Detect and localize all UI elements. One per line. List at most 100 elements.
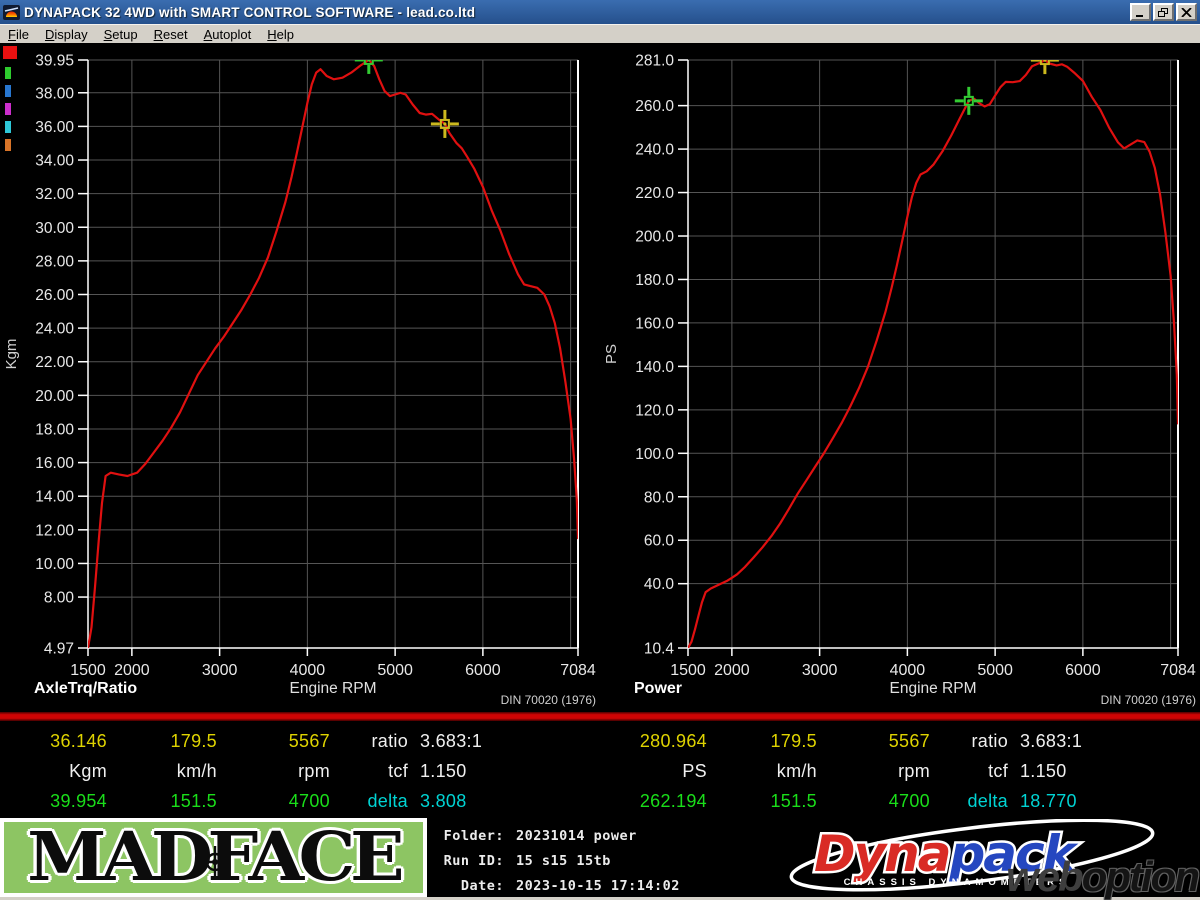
svg-text:281.0: 281.0	[635, 53, 674, 70]
readout-value: 18.770	[1020, 790, 1077, 811]
readout-value: 3.808	[420, 790, 467, 811]
svg-text:240.0: 240.0	[635, 142, 674, 159]
svg-text:100.0: 100.0	[635, 446, 674, 463]
crosshair-icon	[205, 846, 225, 878]
readout-value: 5567	[888, 730, 930, 751]
readout-value: tcf	[988, 760, 1008, 781]
close-icon	[1181, 7, 1192, 17]
svg-text:5000: 5000	[977, 662, 1013, 679]
title-bar[interactable]: DYNAPACK 32 4WD with SMART CONTROL SOFTW…	[0, 0, 1200, 24]
info-row: Run ID: 15 s15 15tb	[443, 853, 611, 869]
weboption-part2: option	[1081, 853, 1200, 900]
svg-text:20.00: 20.00	[35, 388, 74, 405]
readout-value: 151.5	[770, 790, 817, 811]
run-color-swatch[interactable]	[5, 103, 11, 115]
svg-text:2000: 2000	[114, 662, 150, 679]
menu-autoplot[interactable]: Autoplot	[196, 25, 260, 43]
svg-text:1500: 1500	[670, 662, 706, 679]
minimize-icon	[1136, 14, 1143, 17]
svg-text:60.0: 60.0	[644, 533, 675, 550]
svg-text:12.00: 12.00	[35, 522, 74, 539]
din-standard-label: DIN 70020 (1976)	[501, 693, 596, 707]
svg-text:36.00: 36.00	[35, 119, 74, 136]
chart-area: 39.95 38.00 36.00 34.00 32.00 30.00 28.00 26.00…	[0, 43, 1200, 712]
menu-help[interactable]: Help	[259, 25, 302, 43]
readout-value: 3.683:1	[1020, 730, 1083, 751]
readout-value: km/h	[176, 760, 217, 781]
readout-value: km/h	[776, 760, 817, 781]
menu-file[interactable]: File	[0, 25, 37, 43]
svg-text:4000: 4000	[290, 662, 326, 679]
svg-text:39.95: 39.95	[35, 53, 74, 70]
menu-setup[interactable]: Setup	[96, 25, 146, 43]
readout-value: PS	[682, 760, 707, 781]
x-axis-label: Engine RPM	[889, 680, 976, 697]
power-chart[interactable]: 281.0 260.0 240.0 220.0 200.0 180.0 160.0 140.0…	[600, 43, 1200, 712]
din-standard-label: DIN 70020 (1976)	[1101, 693, 1196, 707]
readout-value: 3.683:1	[420, 730, 483, 751]
cursor-marker	[430, 109, 459, 138]
chart-title: AxleTrq/Ratio	[34, 680, 137, 697]
svg-text:5000: 5000	[377, 662, 413, 679]
readout-value: 280.964	[639, 730, 707, 751]
svg-text:3000: 3000	[802, 662, 838, 679]
svg-text:7084: 7084	[560, 662, 596, 679]
svg-text:220.0: 220.0	[635, 185, 674, 202]
divider-bar	[0, 712, 1200, 721]
app-icon	[3, 4, 20, 20]
minimize-button[interactable]	[1130, 3, 1151, 21]
run-info-box: Folder: 20231014 power Run ID: 15 s15 15tb D…	[434, 824, 778, 899]
svg-text:3000: 3000	[202, 662, 238, 679]
close-button[interactable]	[1176, 3, 1197, 21]
readout-value: ratio	[371, 730, 408, 751]
svg-text:260.0: 260.0	[635, 98, 674, 115]
restore-icon	[1158, 7, 1168, 17]
run-color-swatch[interactable]	[5, 121, 11, 133]
run-color-swatch[interactable]	[5, 139, 11, 151]
svg-text:8.00: 8.00	[44, 590, 75, 607]
cursor-marker	[1030, 60, 1059, 75]
dyno-curve	[688, 60, 1178, 648]
svg-text:34.00: 34.00	[35, 153, 74, 170]
menu-bar: File Display Setup Reset Autoplot Help	[0, 24, 1200, 43]
readout-value: delta	[967, 790, 1008, 811]
svg-text:1500: 1500	[70, 662, 106, 679]
svg-text:7084: 7084	[1160, 662, 1196, 679]
readout-value: 179.5	[170, 730, 217, 751]
svg-text:10.00: 10.00	[35, 556, 74, 573]
x-axis-label: Engine RPM	[289, 680, 376, 697]
readout-value: 151.5	[170, 790, 217, 811]
readout-value: 262.194	[639, 790, 707, 811]
power-readout: 280.964 179.5 5567 ratio 3.683:1 PS km/h rpm tcf…	[600, 721, 1200, 818]
chart-title: Power	[634, 680, 682, 697]
readout-value: ratio	[971, 730, 1008, 751]
readout-value: rpm	[298, 760, 330, 781]
svg-text:6000: 6000	[1065, 662, 1101, 679]
readout-value: Kgm	[69, 760, 107, 781]
restore-button[interactable]	[1153, 3, 1174, 21]
svg-text:2000: 2000	[714, 662, 750, 679]
weboption-watermark: weboption	[1006, 853, 1200, 900]
info-row: Date: 2023-10-15 17:14:02	[460, 878, 680, 894]
run-color-swatch[interactable]	[3, 46, 17, 59]
menu-reset[interactable]: Reset	[146, 25, 196, 43]
Power-svg: 281.0 260.0 240.0 220.0 200.0 180.0 160.0 140.0…	[603, 53, 1196, 708]
torque-chart[interactable]: 39.95 38.00 36.00 34.00 32.00 30.00 28.00 26.00…	[0, 43, 600, 712]
svg-text:26.00: 26.00	[35, 287, 74, 304]
readout-value: 179.5	[770, 730, 817, 751]
run-color-swatch[interactable]	[5, 85, 11, 97]
svg-text:140.0: 140.0	[635, 359, 674, 376]
svg-text:160.0: 160.0	[635, 315, 674, 332]
menu-display[interactable]: Display	[37, 25, 96, 43]
run-color-swatch[interactable]	[5, 67, 11, 79]
readout-panel: 36.146 179.5 5567 ratio 3.683:1 Kgm km/h rpm tcf…	[0, 721, 1200, 818]
svg-text:38.00: 38.00	[35, 85, 74, 102]
y-axis-label: PS	[603, 344, 620, 364]
svg-text:120.0: 120.0	[635, 402, 674, 419]
readout-value: 36.146	[50, 730, 107, 751]
madface-logo: MADFACE	[0, 818, 427, 897]
info-row: Folder: 20231014 power	[443, 828, 637, 844]
dyno-curve	[88, 60, 578, 648]
readout-value: rpm	[898, 760, 930, 781]
dynapack-logo-part1: Dyna	[814, 825, 949, 883]
